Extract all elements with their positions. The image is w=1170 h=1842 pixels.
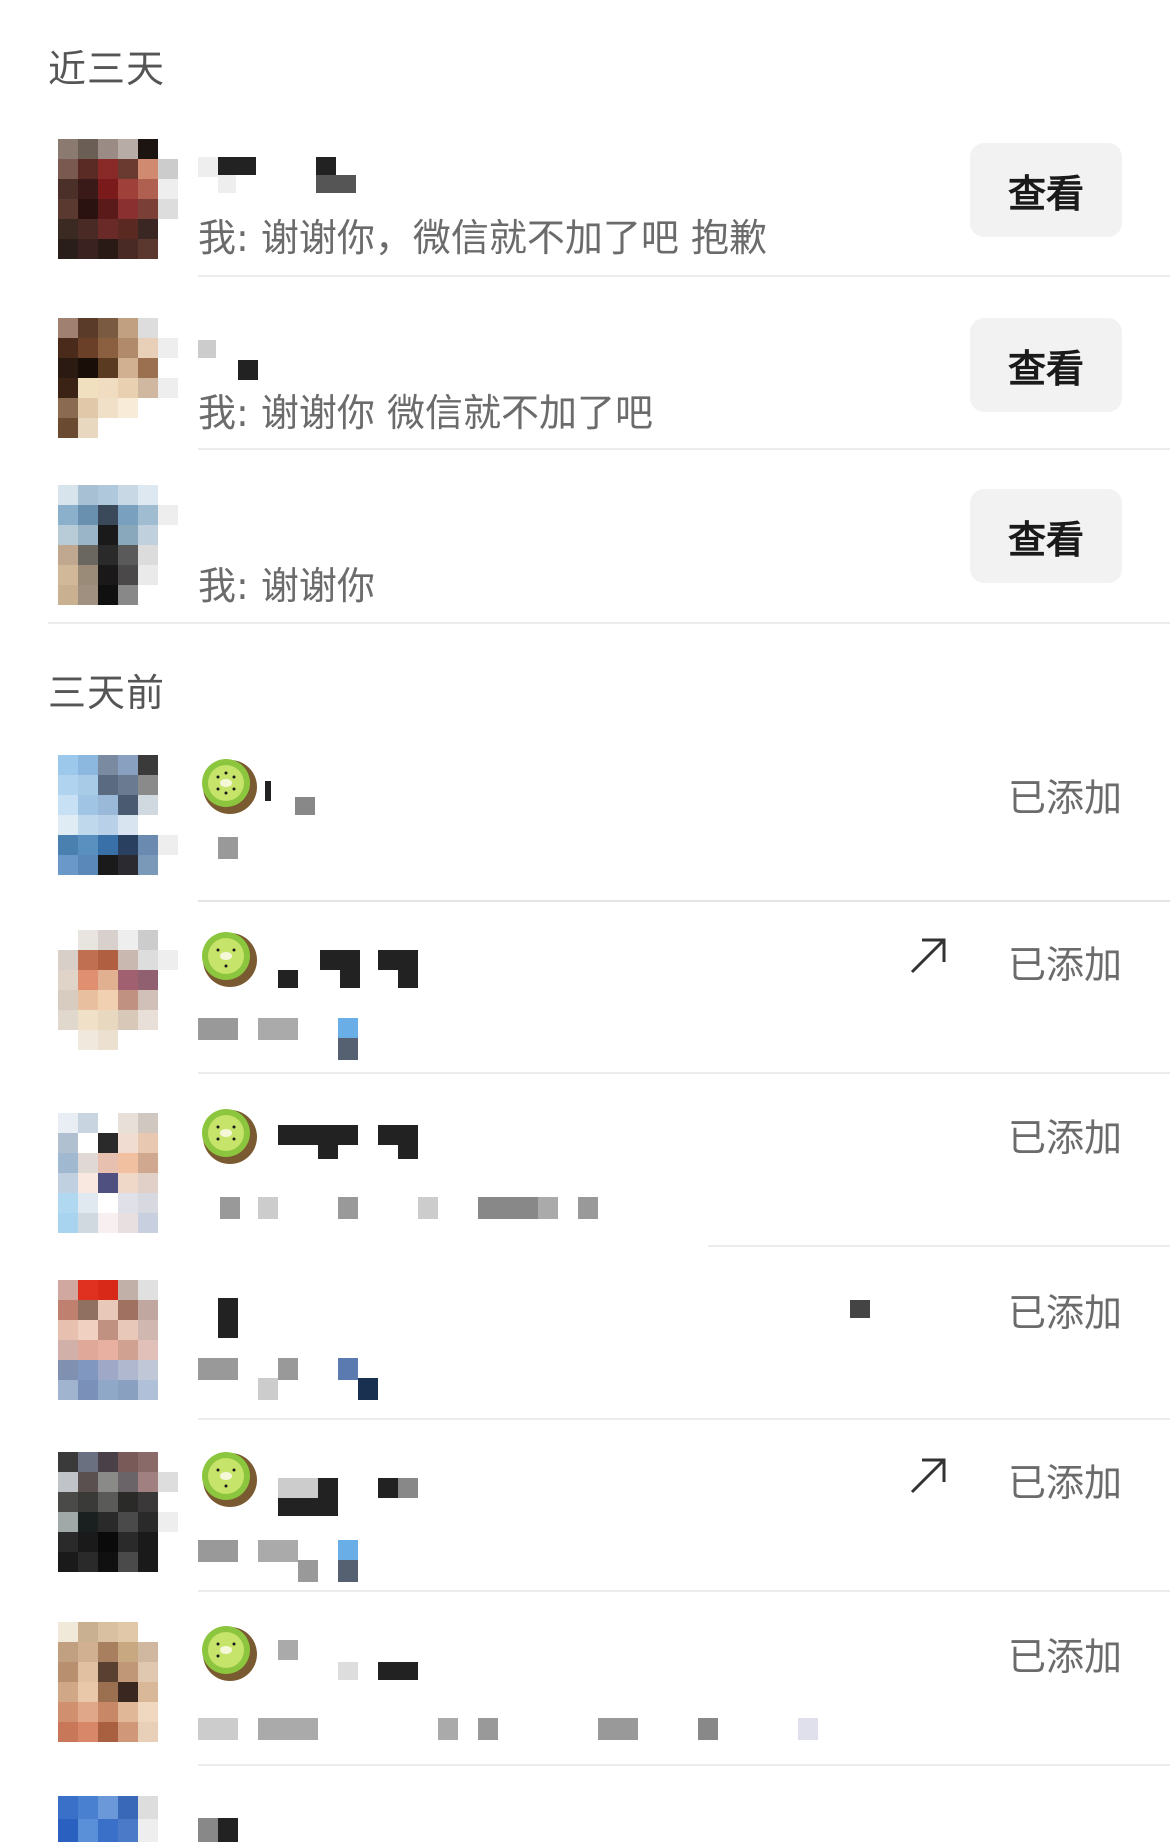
divider bbox=[198, 1072, 1170, 1074]
contact-name-redacted bbox=[278, 1478, 418, 1518]
divider bbox=[48, 622, 1170, 624]
last-message: 我: 谢谢你，微信就不加了吧 抱歉 bbox=[198, 216, 767, 260]
avatar[interactable] bbox=[58, 139, 178, 259]
last-message: 我: 谢谢你 微信就不加了吧 bbox=[198, 391, 653, 435]
contact-detail-redacted bbox=[198, 1540, 398, 1582]
added-status: 已添加 bbox=[1007, 776, 1122, 820]
contact-name-redacted bbox=[278, 1119, 438, 1159]
section-title-older: 三天前 bbox=[48, 671, 166, 715]
avatar[interactable] bbox=[58, 1452, 178, 1572]
avatar[interactable] bbox=[58, 1113, 178, 1233]
contact-name-redacted bbox=[198, 1298, 258, 1338]
avatar[interactable] bbox=[58, 318, 178, 438]
contact-detail-redacted bbox=[198, 1358, 398, 1400]
avatar[interactable] bbox=[58, 1622, 178, 1742]
list-item[interactable]: 已添加 bbox=[0, 755, 1170, 895]
contact-detail-redacted bbox=[198, 837, 258, 861]
view-button[interactable]: 查看 bbox=[970, 143, 1122, 237]
divider bbox=[198, 275, 1170, 277]
contact-name-redacted bbox=[198, 157, 358, 197]
kiwi-emoji-icon bbox=[202, 759, 257, 814]
share-arrow-icon[interactable] bbox=[908, 1456, 948, 1496]
added-status: 已添加 bbox=[1007, 1635, 1122, 1679]
list-item[interactable]: 已添加 bbox=[0, 1105, 1170, 1245]
last-message: 我: 谢谢你 bbox=[198, 564, 375, 608]
divider bbox=[198, 900, 1170, 902]
contact-name-redacted bbox=[198, 1818, 258, 1842]
share-arrow-icon[interactable] bbox=[908, 936, 948, 976]
list-item[interactable]: 已添加 bbox=[0, 1448, 1170, 1588]
added-status: 已添加 bbox=[1007, 1461, 1122, 1505]
list-item[interactable]: 我: 谢谢你 查看 bbox=[0, 485, 1170, 625]
list-item[interactable] bbox=[0, 1796, 1170, 1842]
avatar[interactable] bbox=[58, 1280, 178, 1400]
kiwi-emoji-icon bbox=[202, 1626, 257, 1681]
added-status: 已添加 bbox=[1007, 943, 1122, 987]
added-status: 已添加 bbox=[1007, 1291, 1122, 1335]
divider bbox=[198, 1418, 1170, 1420]
view-button[interactable]: 查看 bbox=[970, 318, 1122, 412]
redaction-block bbox=[850, 1300, 870, 1318]
list-item[interactable]: 已添加 bbox=[0, 1622, 1170, 1762]
list-item[interactable]: 我: 谢谢你，微信就不加了吧 抱歉 查看 bbox=[0, 135, 1170, 275]
contact-name-redacted bbox=[278, 1640, 418, 1680]
avatar[interactable] bbox=[58, 485, 178, 605]
avatar[interactable] bbox=[58, 930, 178, 1050]
kiwi-emoji-icon bbox=[202, 1452, 257, 1507]
divider bbox=[708, 1245, 1170, 1247]
avatar[interactable] bbox=[58, 755, 178, 875]
divider bbox=[198, 1764, 1170, 1766]
added-status: 已添加 bbox=[1007, 1116, 1122, 1160]
divider bbox=[198, 448, 1170, 450]
contact-detail-redacted bbox=[198, 1718, 818, 1742]
contact-name-redacted bbox=[198, 340, 258, 380]
contact-name-redacted bbox=[265, 775, 345, 815]
contact-detail-redacted bbox=[198, 1197, 598, 1221]
contact-detail-redacted bbox=[198, 1018, 398, 1060]
list-item[interactable]: 已添加 bbox=[0, 1278, 1170, 1418]
kiwi-emoji-icon bbox=[202, 932, 257, 987]
list-item[interactable]: 已添加 bbox=[0, 930, 1170, 1070]
view-button[interactable]: 查看 bbox=[970, 489, 1122, 583]
contact-name-redacted bbox=[278, 950, 438, 990]
avatar[interactable] bbox=[58, 1796, 178, 1842]
kiwi-emoji-icon bbox=[202, 1109, 257, 1164]
divider bbox=[198, 1590, 1170, 1592]
section-title-recent: 近三天 bbox=[48, 47, 166, 91]
list-item[interactable]: 我: 谢谢你 微信就不加了吧 查看 bbox=[0, 310, 1170, 450]
